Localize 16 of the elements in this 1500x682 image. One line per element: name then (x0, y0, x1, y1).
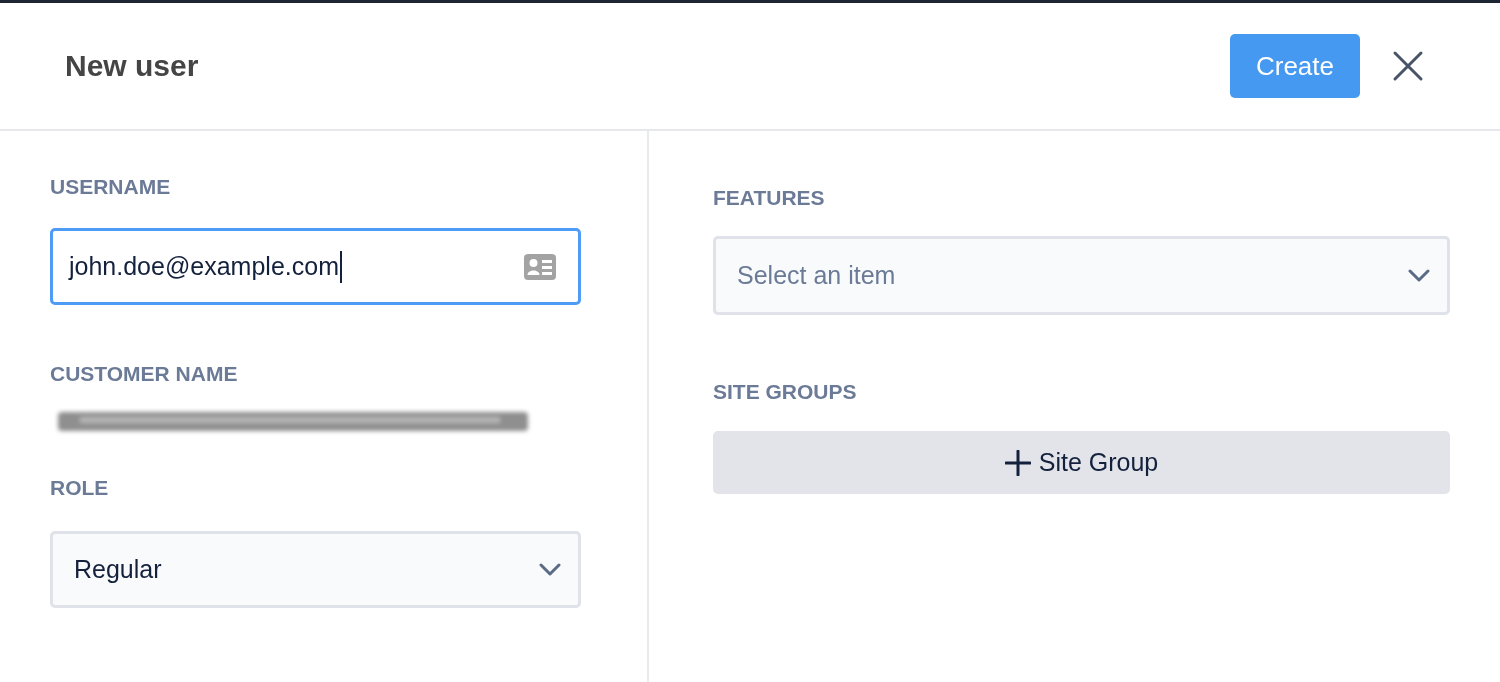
username-label: USERNAME (50, 175, 171, 199)
features-label: FEATURES (713, 186, 825, 210)
dialog-title: New user (65, 51, 199, 81)
text-cursor-icon (340, 250, 342, 283)
username-field[interactable]: john.doe@example.com (50, 228, 581, 305)
close-icon (1392, 50, 1424, 82)
role-select[interactable]: Regular (50, 531, 581, 608)
customer-name-label: CUSTOMER NAME (50, 362, 238, 386)
contact-card-icon (524, 253, 556, 280)
plus-icon (1004, 449, 1031, 476)
features-select[interactable]: Select an item (713, 236, 1450, 315)
role-label: ROLE (50, 476, 109, 500)
site-groups-label: SITE GROUPS (713, 380, 857, 404)
add-site-group-button[interactable]: Site Group (713, 431, 1450, 494)
chevron-down-icon (539, 563, 561, 576)
chevron-down-icon (1408, 269, 1430, 282)
